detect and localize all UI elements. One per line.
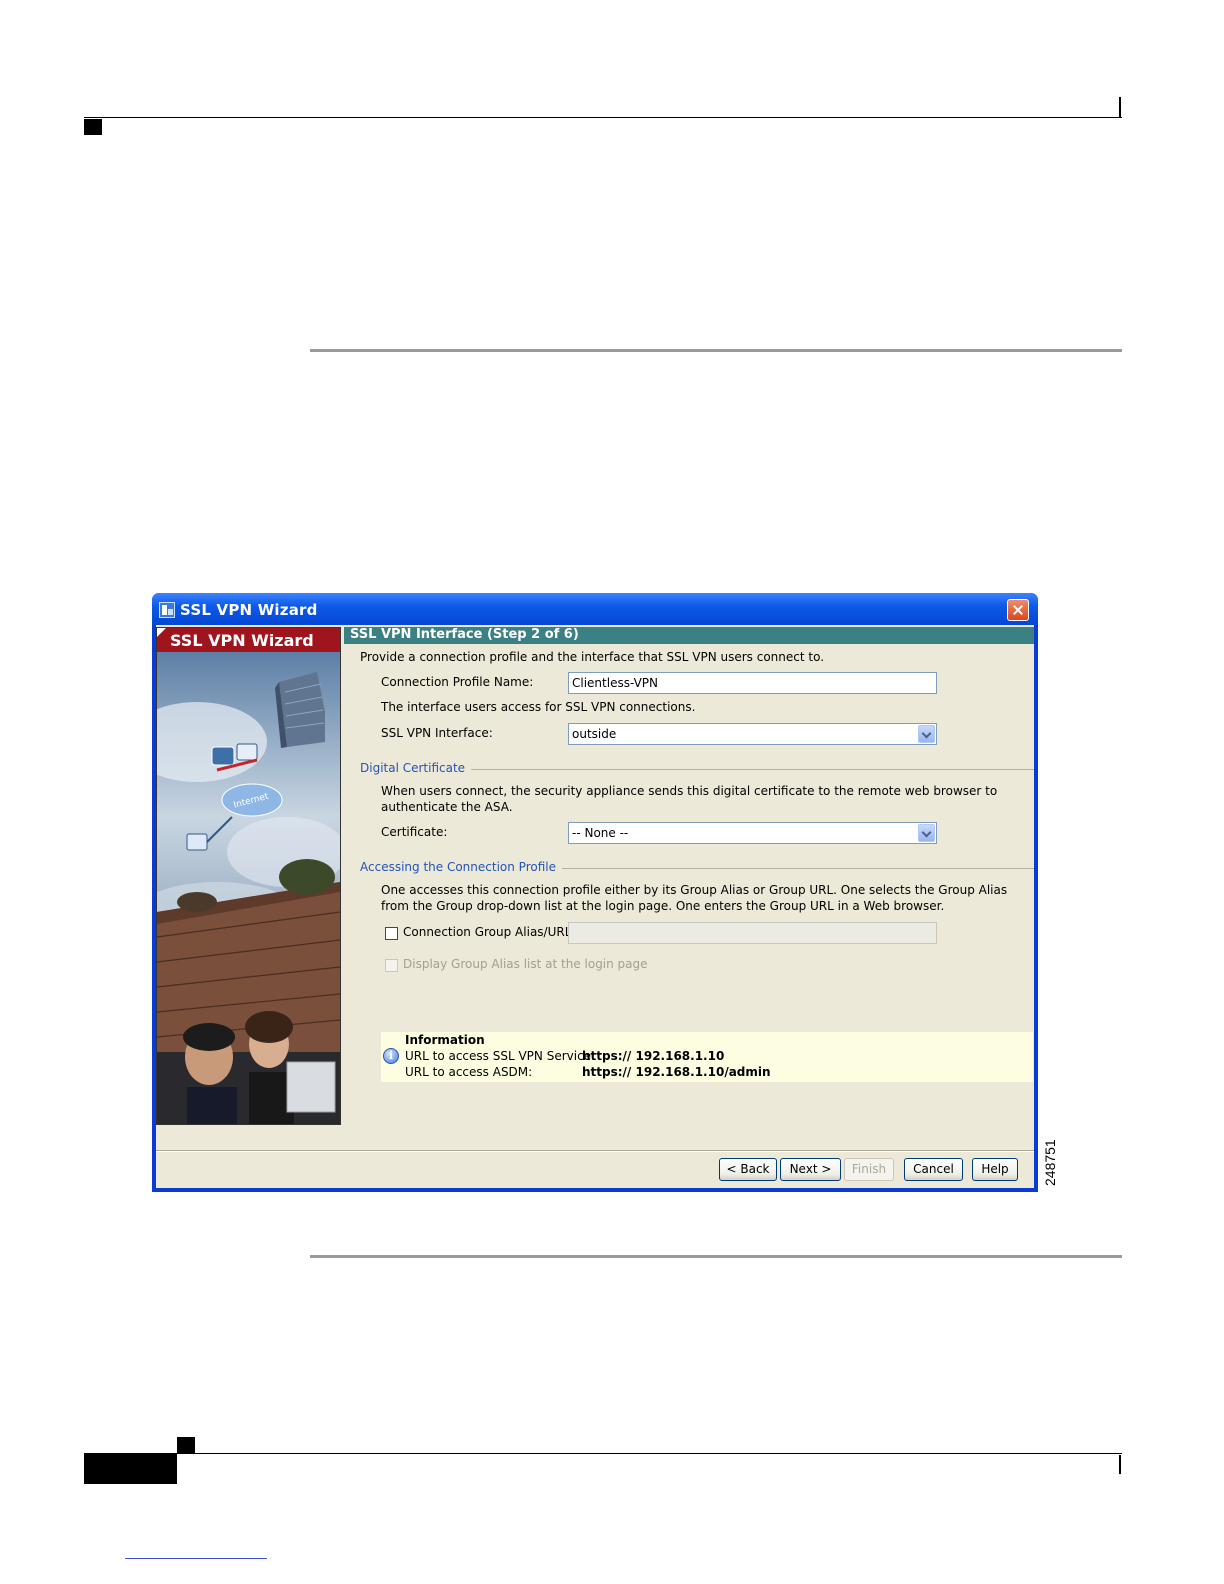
- certificate-value: -- None --: [572, 826, 629, 840]
- finish-button[interactable]: Finish: [844, 1158, 894, 1181]
- chevron-down-icon[interactable]: [918, 725, 935, 743]
- footer-page-block: [84, 1454, 177, 1484]
- back-button[interactable]: < Back: [719, 1158, 777, 1181]
- display-group-alias-label[interactable]: Display Group Alias list at the login pa…: [403, 957, 648, 971]
- header-rule: [84, 117, 1122, 118]
- connection-group-alias-checkbox[interactable]: [385, 927, 398, 940]
- connection-profile-label: Connection Profile Name:: [381, 675, 534, 689]
- header-tick-mark: [1119, 97, 1121, 118]
- connection-group-alias-label[interactable]: Connection Group Alias/URL: [403, 925, 571, 939]
- close-icon[interactable]: [1007, 599, 1029, 621]
- step-header: SSL VPN Interface (Step 2 of 6): [344, 627, 1034, 644]
- button-separator-highlight: [156, 1151, 1034, 1152]
- connection-group-alias-input[interactable]: [568, 922, 937, 944]
- side-panel-title: SSL VPN Wizard: [170, 631, 314, 650]
- asdm-url: https:// 192.168.1.10/admin: [582, 1065, 771, 1079]
- display-group-alias-checkbox[interactable]: [385, 959, 398, 972]
- ssl-vpn-url: https:// 192.168.1.10: [582, 1049, 725, 1063]
- header-marker: [84, 119, 102, 135]
- help-button[interactable]: Help: [972, 1158, 1018, 1181]
- certificate-label: Certificate:: [381, 825, 448, 839]
- connection-profile-name-input[interactable]: Clientless-VPN: [568, 672, 937, 694]
- chevron-down-icon[interactable]: [918, 824, 935, 842]
- side-panel: SSL VPN Wizard Internet: [156, 627, 341, 1125]
- title-bar[interactable]: SSL VPN Wizard: [152, 593, 1038, 625]
- ssl-vpn-url-label: URL to access SSL VPN Service:: [405, 1049, 596, 1063]
- section-rule-top: [310, 349, 1122, 352]
- digital-certificate-description: When users connect, the security applian…: [381, 784, 998, 814]
- side-banner: SSL VPN Wizard: [157, 628, 340, 652]
- footer-marker: [177, 1437, 195, 1454]
- ssl-vpn-interface-label: SSL VPN Interface:: [381, 726, 493, 740]
- ssl-vpn-interface-select[interactable]: outside: [568, 723, 937, 745]
- digital-certificate-title: Digital Certificate: [360, 761, 472, 775]
- cancel-button[interactable]: Cancel: [904, 1158, 963, 1181]
- figure-id: 248751: [1042, 1139, 1058, 1186]
- footer-tick-mark: [1119, 1455, 1121, 1474]
- footer-rule: [84, 1453, 1122, 1454]
- step-title: SSL VPN Interface (Step 2 of 6): [350, 627, 579, 642]
- window-title: SSL VPN Wizard: [180, 601, 318, 619]
- asdm-url-label: URL to access ASDM:: [405, 1065, 533, 1079]
- interface-help-text: The interface users access for SSL VPN c…: [381, 700, 696, 714]
- accessing-profile-title: Accessing the Connection Profile: [360, 860, 562, 874]
- ssl-vpn-interface-value: outside: [572, 727, 617, 741]
- ssl-vpn-wizard-dialog: SSL VPN Wizard SSL VPN Wizard Internet S…: [152, 593, 1038, 1192]
- certificate-select[interactable]: -- None --: [568, 822, 937, 844]
- intro-text: Provide a connection profile and the int…: [360, 650, 825, 664]
- next-button[interactable]: Next >: [780, 1158, 841, 1181]
- dialog-body: SSL VPN Wizard Internet SSL VPN Interfac…: [156, 625, 1034, 1188]
- info-icon: i: [383, 1048, 399, 1064]
- accessing-profile-description: One accesses this connection profile eit…: [381, 883, 1008, 913]
- footer-link-underline[interactable]: [125, 1558, 267, 1559]
- section-rule-bottom: [310, 1255, 1122, 1258]
- information-title: Information: [405, 1033, 485, 1047]
- information-box: i Information URL to access SSL VPN Serv…: [381, 1032, 1033, 1082]
- app-icon: [159, 602, 175, 618]
- wizard-illustration: Internet: [157, 652, 340, 1124]
